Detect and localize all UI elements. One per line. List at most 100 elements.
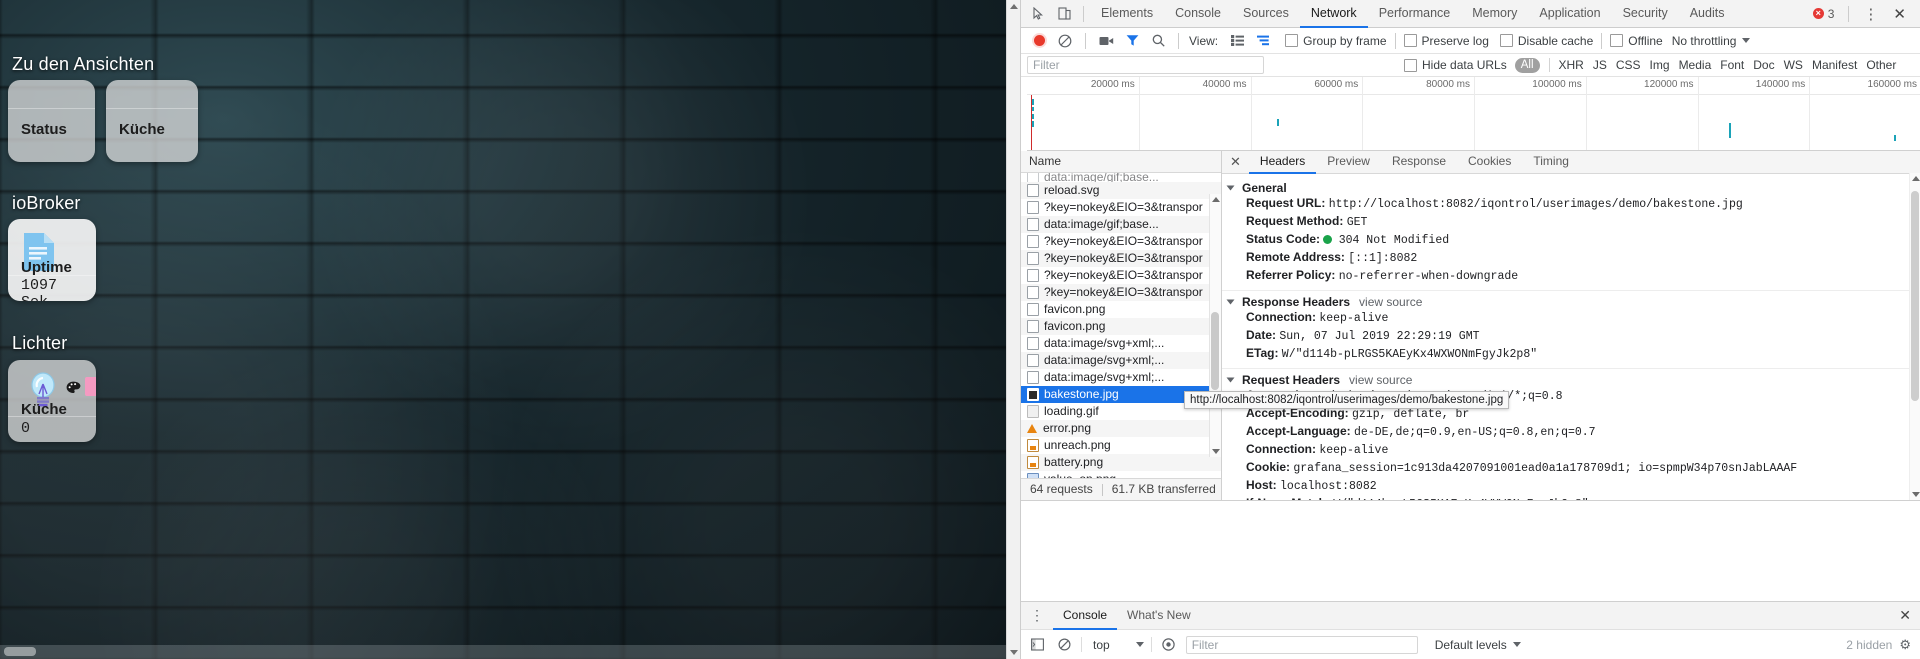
view-list-icon[interactable]	[1225, 30, 1249, 52]
scrollbar-thumb[interactable]	[1911, 191, 1919, 401]
tab-security[interactable]: Security	[1612, 0, 1679, 28]
type-filter-manifest[interactable]: Manifest	[1812, 58, 1857, 72]
tab-memory[interactable]: Memory	[1461, 0, 1528, 28]
color-swatch-pink[interactable]	[85, 377, 96, 396]
console-sidebar-icon[interactable]	[1027, 635, 1047, 655]
table-row[interactable]: ?key=nokey&EIO=3&transpor	[1021, 250, 1221, 267]
detail-tab-cookies[interactable]: Cookies	[1457, 151, 1522, 174]
tab-network[interactable]: Network	[1299, 0, 1368, 28]
table-row[interactable]: ?key=nokey&EIO=3&transpor	[1021, 267, 1221, 284]
console-filter-input[interactable]: Filter	[1185, 635, 1418, 654]
tab-console[interactable]: Console	[1164, 0, 1232, 28]
type-filter-js[interactable]: JS	[1593, 58, 1607, 72]
offline-checkbox[interactable]: Offline	[1610, 34, 1663, 48]
table-row[interactable]: value_on.png	[1021, 471, 1221, 478]
view-source-link[interactable]: view source	[1349, 373, 1412, 387]
hide-data-urls-checkbox[interactable]: Hide data URLs	[1404, 58, 1507, 72]
preserve-log-checkbox[interactable]: Preserve log	[1403, 34, 1489, 48]
tab-performance[interactable]: Performance	[1368, 0, 1462, 28]
table-row[interactable]: data:image/svg+xml;...	[1021, 352, 1221, 369]
tab-elements[interactable]: Elements	[1090, 0, 1164, 28]
detail-tab-preview[interactable]: Preview	[1316, 151, 1381, 174]
type-filter-css[interactable]: CSS	[1616, 58, 1641, 72]
palette-icon[interactable]	[66, 381, 81, 399]
console-filter-toggle-icon[interactable]	[1159, 635, 1179, 655]
scroll-up-arrow[interactable]	[1212, 197, 1220, 202]
table-row[interactable]: data:image/svg+xml;...	[1021, 369, 1221, 386]
scroll-up-arrow[interactable]	[1912, 176, 1920, 181]
throttling-select[interactable]: No throttling	[1672, 34, 1751, 48]
tab-application[interactable]: Application	[1528, 0, 1611, 28]
capture-screenshots-icon[interactable]	[1094, 30, 1118, 52]
drawer-tab-console[interactable]: Console	[1053, 602, 1118, 630]
view-tile-status[interactable]: Status	[8, 80, 95, 162]
scrollbar-thumb[interactable]	[1211, 312, 1219, 390]
table-row[interactable]: unreach.png	[1021, 437, 1221, 454]
table-row[interactable]: favicon.png	[1021, 301, 1221, 318]
table-row[interactable]: ?key=nokey&EIO=3&transpor	[1021, 233, 1221, 250]
drawer-tab-whats-new[interactable]: What's New	[1117, 602, 1201, 630]
detail-tab-timing[interactable]: Timing	[1522, 151, 1580, 174]
device-toolbar-icon[interactable]	[1051, 2, 1077, 26]
page-vertical-scrollbar[interactable]	[1006, 0, 1021, 659]
header-value[interactable]: http://localhost:8082/iqontrol/userimage…	[1329, 198, 1743, 211]
network-filter-input[interactable]: Filter	[1027, 56, 1264, 74]
type-filter-media[interactable]: Media	[1679, 58, 1712, 72]
tab-audits[interactable]: Audits	[1679, 0, 1736, 28]
type-filter-img[interactable]: Img	[1650, 58, 1670, 72]
close-detail-icon[interactable]: ✕	[1226, 154, 1249, 170]
inspect-element-icon[interactable]	[1025, 2, 1051, 26]
search-icon[interactable]	[1146, 30, 1170, 52]
table-row[interactable]: favicon.png	[1021, 318, 1221, 335]
section-header[interactable]: Request Headers view source	[1222, 373, 1910, 387]
view-waterfall-icon[interactable]	[1251, 30, 1275, 52]
table-row[interactable]: data:image/svg+xml;...	[1021, 335, 1221, 352]
table-row[interactable]: ?key=nokey&EIO=3&transpor	[1021, 284, 1221, 301]
group-by-frame-checkbox[interactable]: Group by frame	[1285, 34, 1387, 48]
scroll-down-arrow[interactable]	[1912, 492, 1920, 497]
scroll-down-arrow[interactable]	[1010, 650, 1018, 655]
page-horizontal-scrollbar[interactable]	[0, 645, 1020, 659]
table-row[interactable]: battery.png	[1021, 454, 1221, 471]
view-source-link[interactable]: view source	[1359, 295, 1422, 309]
tab-sources[interactable]: Sources	[1232, 0, 1300, 28]
console-levels-select[interactable]: Default levels	[1435, 638, 1521, 652]
request-list-column-name[interactable]: Name	[1021, 151, 1221, 173]
close-devtools-icon[interactable]: ✕	[1886, 5, 1913, 23]
network-overview-timeline[interactable]: 20000 ms 40000 ms 60000 ms 80000 ms 1000…	[1027, 77, 1920, 151]
scroll-up-arrow[interactable]	[1010, 4, 1018, 9]
clear-button[interactable]	[1053, 30, 1077, 52]
disable-cache-checkbox[interactable]: Disable cache	[1499, 34, 1593, 48]
error-count-badge[interactable]: × 3	[1812, 7, 1841, 21]
type-filter-font[interactable]: Font	[1720, 58, 1744, 72]
detail-tab-response[interactable]: Response	[1381, 151, 1457, 174]
view-tile-kueche[interactable]: Küche	[106, 80, 198, 162]
console-context-select[interactable]: top	[1089, 638, 1144, 652]
more-options-icon[interactable]: ⋮	[1021, 607, 1053, 624]
table-row[interactable]: reload.svg	[1021, 182, 1221, 199]
table-row[interactable]: data:image/gif;base...	[1021, 173, 1221, 182]
light-tile-kueche[interactable]: Küche 0	[8, 360, 96, 442]
table-row[interactable]: error.png	[1021, 420, 1221, 437]
section-header[interactable]: General	[1222, 181, 1910, 195]
uptime-tile[interactable]: Uptime 1097 Sek.	[8, 219, 96, 301]
type-filter-xhr[interactable]: XHR	[1559, 58, 1584, 72]
scrollbar-thumb[interactable]	[4, 647, 36, 656]
gear-icon[interactable]: ⚙	[1899, 637, 1915, 653]
table-row[interactable]: data:image/gif;base...	[1021, 216, 1221, 233]
section-header[interactable]: Response Headers view source	[1222, 295, 1910, 309]
scroll-down-arrow[interactable]	[1212, 449, 1220, 454]
clear-console-icon[interactable]	[1054, 635, 1074, 655]
type-filter-other[interactable]: Other	[1866, 58, 1896, 72]
detail-tab-headers[interactable]: Headers	[1248, 151, 1317, 174]
type-filter-ws[interactable]: WS	[1784, 58, 1803, 72]
type-filter-all[interactable]: All	[1514, 57, 1540, 73]
request-list-scrollbar[interactable]	[1209, 194, 1221, 457]
detail-scrollbar[interactable]	[1909, 173, 1920, 500]
record-button[interactable]	[1027, 30, 1051, 52]
table-row[interactable]: ?key=nokey&EIO=3&transpor	[1021, 199, 1221, 216]
filter-icon[interactable]	[1120, 30, 1144, 52]
more-options-icon[interactable]: ⋮	[1857, 5, 1884, 23]
type-filter-doc[interactable]: Doc	[1753, 58, 1774, 72]
close-drawer-icon[interactable]: ✕	[1889, 607, 1920, 624]
